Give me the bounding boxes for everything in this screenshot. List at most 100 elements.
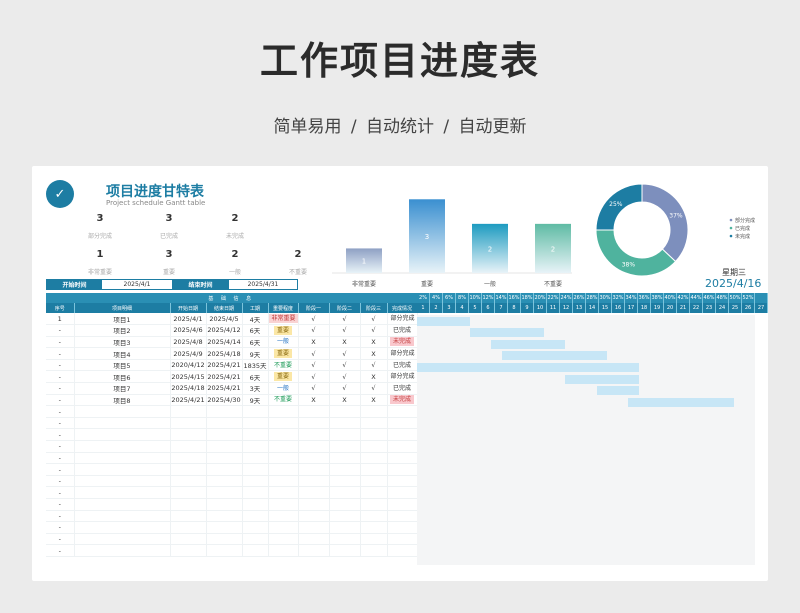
cell-s1[interactable]: √ [298,313,330,326]
cell-start[interactable]: 2025/4/8 [170,336,207,349]
cell-no[interactable]: 1 [46,313,75,326]
cell-status[interactable]: 部分完成 [387,313,418,326]
cell-no[interactable]: - [46,544,75,557]
cell-name[interactable] [74,440,171,453]
gantt-bar[interactable] [501,351,608,361]
cell-no[interactable]: - [46,486,75,499]
cell-imp[interactable] [268,452,299,465]
cell-end[interactable]: 2025/4/21 [206,382,243,395]
cell-imp[interactable] [268,440,299,453]
cell-end[interactable] [206,428,243,442]
cell-name[interactable]: 项目3 [74,336,171,349]
cell-s3[interactable]: X [360,347,388,360]
cell-start[interactable]: 2020/4/12 [170,359,207,372]
cell-status[interactable]: 已完成 [387,359,418,372]
cell-s3[interactable]: √ [360,382,388,395]
cell-s2[interactable] [329,486,361,499]
cell-start[interactable]: 2025/4/21 [170,394,207,407]
cell-status[interactable]: 部分完成 [387,347,418,360]
cell-s2[interactable] [329,544,361,557]
cell-no[interactable]: - [46,440,75,453]
cell-days[interactable] [242,440,269,453]
cell-days[interactable] [242,417,269,430]
cell-s1[interactable] [298,521,330,534]
cell-end[interactable]: 2025/4/21 [206,359,243,372]
cell-name[interactable] [74,475,171,488]
cell-name[interactable]: 项目5 [74,359,171,372]
cell-start[interactable] [170,428,207,442]
cell-status[interactable] [387,463,418,476]
cell-status[interactable] [387,533,418,546]
end-time-field[interactable]: 2025/4/31 [229,280,297,289]
cell-name[interactable] [74,486,171,499]
cell-s2[interactable] [329,475,361,488]
cell-start[interactable] [170,440,207,453]
cell-s3[interactable] [360,428,388,442]
gantt-bar[interactable] [596,386,639,396]
cell-s2[interactable]: X [329,336,361,349]
cell-s2[interactable] [329,521,361,534]
cell-start[interactable]: 2025/4/6 [170,324,207,337]
cell-s1[interactable]: √ [298,370,330,384]
cell-no[interactable]: - [46,521,75,534]
cell-s3[interactable] [360,521,388,534]
cell-name[interactable] [74,417,171,430]
cell-no[interactable]: - [46,463,75,476]
cell-days[interactable] [242,428,269,442]
cell-status[interactable] [387,475,418,488]
cell-name[interactable] [74,405,171,418]
cell-s3[interactable] [360,486,388,499]
cell-start[interactable]: 2025/4/9 [170,347,207,360]
cell-start[interactable] [170,475,207,488]
cell-s2[interactable]: √ [329,370,361,384]
table-row[interactable]: - [46,440,418,453]
cell-s3[interactable]: √ [360,313,388,326]
cell-end[interactable]: 2025/4/18 [206,347,243,360]
cell-s1[interactable] [298,463,330,476]
cell-days[interactable] [242,475,269,488]
cell-days[interactable]: 3天 [242,382,269,395]
cell-imp[interactable] [268,475,299,488]
cell-status[interactable] [387,428,418,442]
cell-s1[interactable]: X [298,394,330,407]
cell-imp[interactable] [268,521,299,534]
cell-no[interactable]: - [46,452,75,465]
table-row[interactable]: - 项目2 2025/4/6 2025/4/12 6天 重要 √ √ √ 已完成 [46,324,418,337]
cell-start[interactable]: 2025/4/15 [170,370,207,384]
cell-s2[interactable]: √ [329,359,361,372]
cell-status[interactable]: 未完成 [387,336,418,349]
cell-name[interactable] [74,544,171,557]
cell-end[interactable] [206,510,243,523]
cell-days[interactable] [242,498,269,511]
cell-s1[interactable] [298,440,330,453]
cell-days[interactable] [242,486,269,499]
cell-end[interactable]: 2025/4/5 [206,313,243,326]
table-row[interactable]: - [46,428,418,442]
cell-end[interactable] [206,440,243,453]
cell-s2[interactable] [329,405,361,418]
cell-s3[interactable] [360,417,388,430]
cell-no[interactable]: - [46,405,75,418]
cell-s3[interactable]: X [360,370,388,384]
cell-s3[interactable]: √ [360,324,388,337]
cell-imp[interactable] [268,498,299,511]
cell-s3[interactable] [360,475,388,488]
cell-days[interactable] [242,463,269,476]
cell-name[interactable] [74,428,171,442]
table-row[interactable]: - 项目3 2025/4/8 2025/4/14 6天 一般 X X X 未完成 [46,336,418,349]
cell-no[interactable]: - [46,370,75,384]
cell-imp[interactable]: 非常重要 [268,313,299,326]
gantt-bar[interactable] [564,374,639,384]
cell-name[interactable]: 项目8 [74,394,171,407]
cell-end[interactable] [206,544,243,557]
cell-start[interactable] [170,463,207,476]
cell-start[interactable] [170,405,207,418]
cell-days[interactable]: 4天 [242,313,269,326]
cell-s2[interactable] [329,452,361,465]
cell-no[interactable]: - [46,359,75,372]
cell-s2[interactable]: X [329,394,361,407]
cell-no[interactable]: - [46,336,75,349]
cell-s2[interactable] [329,498,361,511]
gantt-bar[interactable] [490,339,565,349]
cell-imp[interactable]: 一般 [268,382,299,395]
